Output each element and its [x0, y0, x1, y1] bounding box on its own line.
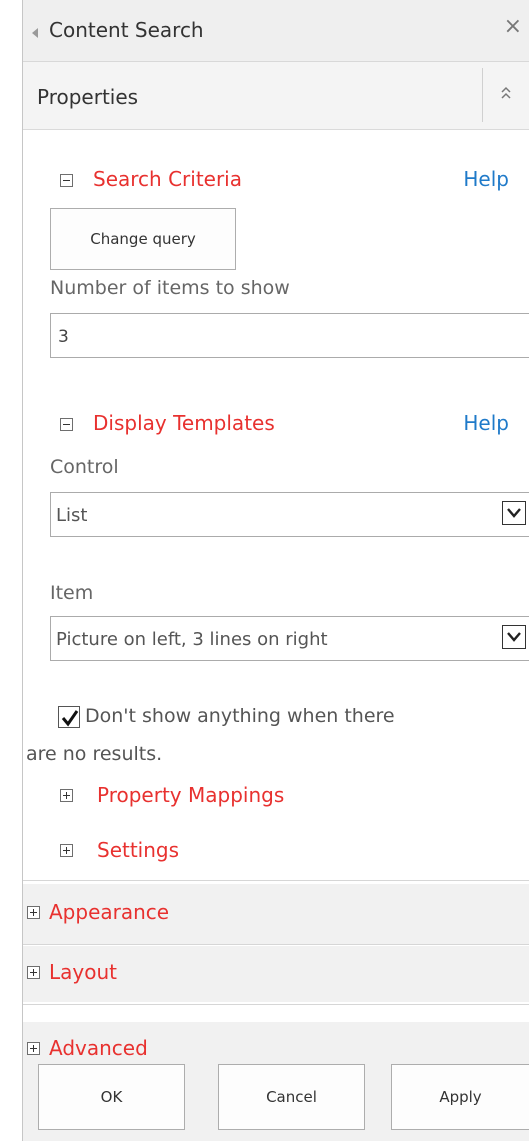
ok-button[interactable]: OK [38, 1064, 185, 1130]
change-query-button[interactable]: Change query [50, 208, 236, 270]
control-select[interactable]: List [50, 492, 529, 537]
title-bar: Content Search × [23, 0, 529, 62]
divider [23, 944, 529, 945]
tool-pane: Content Search × Properties Search Crite… [22, 0, 529, 1141]
no-results-checkbox-label-continued: are no results. [26, 743, 163, 765]
checkmark-icon [61, 710, 79, 727]
advanced-expand-icon[interactable] [27, 1042, 40, 1055]
settings-title[interactable]: Settings [97, 838, 179, 862]
search-criteria-collapse-icon[interactable] [60, 174, 73, 187]
items-count-label: Number of items to show [50, 277, 290, 299]
properties-bar: Properties [23, 62, 529, 130]
chevron-down-icon[interactable] [502, 501, 526, 525]
items-count-input[interactable]: 3 [50, 313, 529, 358]
property-mappings-title[interactable]: Property Mappings [97, 783, 284, 807]
apply-button[interactable]: Apply [391, 1064, 529, 1130]
no-results-checkbox-label: Don't show anything when there [85, 705, 395, 727]
search-criteria-help-link[interactable]: Help [463, 167, 509, 191]
chevron-down-icon[interactable] [502, 625, 526, 649]
appearance-expand-icon[interactable] [27, 906, 40, 919]
divider [23, 880, 529, 881]
cancel-button[interactable]: Cancel [218, 1064, 365, 1130]
layout-expand-icon[interactable] [27, 966, 40, 979]
item-select[interactable]: Picture on left, 3 lines on right [50, 616, 529, 661]
advanced-title[interactable]: Advanced [49, 1036, 148, 1060]
layout-title[interactable]: Layout [49, 960, 117, 984]
layout-section[interactable]: Layout [23, 946, 529, 1002]
item-label: Item [50, 582, 94, 604]
back-arrow-icon[interactable] [32, 28, 38, 38]
pane-title: Content Search [49, 18, 204, 42]
collapse-button[interactable] [482, 68, 529, 122]
item-select-value: Picture on left, 3 lines on right [56, 629, 328, 650]
control-select-value: List [56, 505, 88, 526]
settings-expand-icon[interactable] [60, 844, 73, 857]
display-templates-collapse-icon[interactable] [60, 418, 73, 431]
display-templates-title[interactable]: Display Templates [93, 411, 275, 435]
no-results-checkbox[interactable] [58, 706, 80, 728]
properties-label: Properties [37, 85, 139, 109]
property-mappings-expand-icon[interactable] [60, 789, 73, 802]
control-label: Control [50, 456, 119, 478]
close-icon[interactable]: × [504, 16, 522, 38]
divider [23, 1004, 529, 1005]
search-criteria-title[interactable]: Search Criteria [93, 167, 242, 191]
footer: Advanced OK Cancel Apply [23, 1022, 529, 1141]
double-chevron-up-icon [501, 86, 511, 99]
display-templates-help-link[interactable]: Help [463, 411, 509, 435]
appearance-title[interactable]: Appearance [49, 900, 169, 924]
appearance-section[interactable]: Appearance [23, 884, 529, 944]
